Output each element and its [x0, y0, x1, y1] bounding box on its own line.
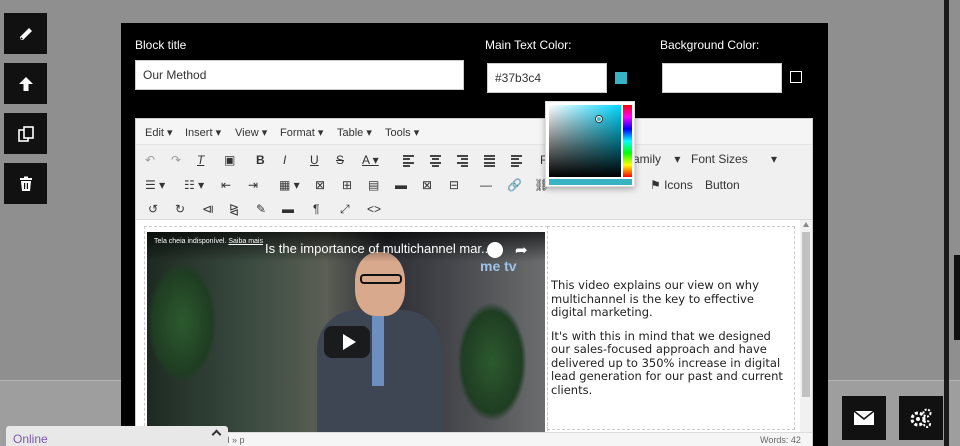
- bold-icon[interactable]: B: [256, 153, 265, 167]
- undo-icon[interactable]: ↶: [145, 153, 155, 167]
- numbered-list-icon[interactable]: ☷ ▾: [184, 178, 204, 192]
- clear-format-icon[interactable]: T: [197, 153, 204, 167]
- main-text-color-swatch[interactable]: [615, 72, 627, 84]
- watch-later-icon[interactable]: [487, 242, 503, 258]
- background-color-input[interactable]: [662, 63, 782, 93]
- editor-statusbar: td » p Words: 42: [136, 432, 812, 446]
- menu-table[interactable]: Table ▾: [337, 126, 372, 139]
- hue-slider[interactable]: [623, 105, 632, 177]
- picker-cursor[interactable]: [596, 116, 602, 122]
- gears-icon: [910, 408, 932, 428]
- align-none-icon[interactable]: [511, 153, 522, 172]
- source-code-icon[interactable]: <>: [367, 202, 381, 216]
- show-blocks-icon[interactable]: ¶: [313, 202, 319, 216]
- chat-status-label: Online: [13, 432, 48, 446]
- editor-scrollbar[interactable]: [800, 220, 812, 432]
- color-picker-popup: [545, 101, 635, 187]
- rotate-right-icon[interactable]: ↻: [175, 202, 185, 216]
- video-title[interactable]: Is the importance of multichannel mar...: [265, 241, 492, 256]
- main-text-color-input[interactable]: [487, 63, 607, 93]
- table-insert-row-icon[interactable]: ▬: [395, 178, 407, 192]
- menu-tools[interactable]: Tools ▾: [385, 126, 419, 139]
- pencil-icon: [19, 27, 32, 40]
- editor-toolbar: ↶ ↷ T ▣ B I U S A ▾ F amily ▾ Font Sizes…: [136, 145, 812, 220]
- editor-content[interactable]: Tela cheia indisponível. Saiba mais Is t…: [136, 220, 812, 432]
- embedded-video[interactable]: Tela cheia indisponível. Saiba mais Is t…: [147, 232, 545, 432]
- background-color-swatch[interactable]: [790, 71, 802, 83]
- redo-icon[interactable]: ↷: [171, 153, 181, 167]
- strikethrough-icon[interactable]: S: [336, 153, 344, 167]
- block-title-input[interactable]: [135, 60, 464, 90]
- flip-horizontal-icon[interactable]: ⧎: [229, 202, 239, 216]
- paragraph[interactable]: It's with this in mind that we designed …: [551, 329, 790, 398]
- video-learn-more-link[interactable]: Saiba mais: [228, 238, 263, 245]
- paragraph[interactable]: This video explains our view on why mult…: [551, 278, 790, 320]
- saturation-value-area[interactable]: [549, 105, 621, 177]
- paste-icon[interactable]: ▣: [224, 153, 235, 167]
- font-family-dropdown[interactable]: amily ▾: [633, 152, 680, 166]
- table-row-props-icon[interactable]: ▤: [368, 178, 379, 192]
- italic-icon[interactable]: I: [283, 153, 286, 167]
- right-rail-tab: [954, 255, 960, 340]
- edit-block-button[interactable]: [4, 13, 47, 54]
- menu-view[interactable]: View ▾: [235, 126, 267, 139]
- word-count: Words: 42: [760, 435, 801, 445]
- video-play-button[interactable]: [324, 326, 370, 358]
- chevron-up-icon[interactable]: [211, 429, 222, 440]
- flip-vertical-icon[interactable]: ⧏: [202, 202, 214, 216]
- play-icon: [342, 334, 356, 350]
- selected-color-preview: [549, 179, 632, 185]
- table-merge-icon[interactable]: ⊟: [449, 178, 459, 192]
- align-center-icon[interactable]: [430, 153, 441, 172]
- scroll-thumb[interactable]: [802, 232, 810, 397]
- fullscreen-icon[interactable]: ⤢: [340, 202, 350, 216]
- menu-format[interactable]: Format ▾: [280, 126, 323, 139]
- indent-icon[interactable]: ⇥: [248, 178, 258, 192]
- video-scene-plant: [147, 262, 217, 382]
- insert-button-button[interactable]: Button: [705, 178, 740, 192]
- settings-button[interactable]: [899, 396, 943, 440]
- horizontal-rule-icon[interactable]: —: [480, 178, 492, 192]
- underline-icon[interactable]: U: [310, 153, 319, 167]
- align-justify-icon[interactable]: [484, 153, 495, 172]
- menu-edit[interactable]: Edit ▾: [145, 126, 173, 139]
- menu-insert[interactable]: Insert ▾: [185, 126, 221, 139]
- image-options-icon[interactable]: ▬: [282, 202, 294, 216]
- envelope-icon: [853, 410, 875, 425]
- video-fullscreen-notice: Tela cheia indisponível. Saiba mais: [154, 238, 263, 245]
- main-text-color-label: Main Text Color:: [485, 38, 572, 52]
- video-scene-plant: [457, 302, 527, 422]
- move-up-button[interactable]: [4, 63, 47, 104]
- align-right-icon[interactable]: [457, 153, 468, 172]
- icons-button[interactable]: ⚑ Icons: [650, 178, 693, 192]
- table-cell-props-icon[interactable]: ⊞: [342, 178, 352, 192]
- edit-image-icon[interactable]: ✎: [256, 202, 266, 216]
- video-channel-logo: me tv: [480, 258, 517, 274]
- link-icon[interactable]: 🔗: [507, 178, 522, 192]
- right-rail: [944, 0, 949, 446]
- text-color-icon[interactable]: A ▾: [362, 153, 379, 167]
- delete-block-button[interactable]: [4, 163, 47, 204]
- trash-icon: [19, 176, 32, 191]
- rich-text-editor: Edit ▾ Insert ▾ View ▾ Format ▾ Table ▾ …: [135, 118, 813, 446]
- share-icon[interactable]: ➦: [515, 241, 528, 259]
- duplicate-block-button[interactable]: [4, 113, 47, 154]
- arrow-up-icon: [18, 76, 33, 91]
- editor-menubar: Edit ▾ Insert ▾ View ▾ Format ▾ Table ▾ …: [136, 119, 812, 145]
- background-color-label: Background Color:: [660, 38, 760, 52]
- chat-online-tab[interactable]: Online: [6, 426, 228, 446]
- bullet-list-icon[interactable]: ☰ ▾: [145, 178, 165, 192]
- contact-button[interactable]: [842, 396, 886, 440]
- rotate-left-icon[interactable]: ↺: [148, 202, 158, 216]
- block-title-label: Block title: [135, 38, 187, 52]
- table-delete-icon[interactable]: ⊠: [315, 178, 325, 192]
- table-icon[interactable]: ▦ ▾: [279, 178, 300, 192]
- table-delete-row-icon[interactable]: ⊠: [422, 178, 432, 192]
- copy-icon: [17, 125, 34, 142]
- align-left-icon[interactable]: [403, 153, 414, 172]
- font-sizes-dropdown[interactable]: Font Sizes ▾: [691, 152, 777, 166]
- scroll-up-icon[interactable]: [803, 222, 809, 227]
- text-table-cell[interactable]: This video explains our view on why mult…: [547, 226, 795, 430]
- outdent-icon[interactable]: ⇤: [221, 178, 231, 192]
